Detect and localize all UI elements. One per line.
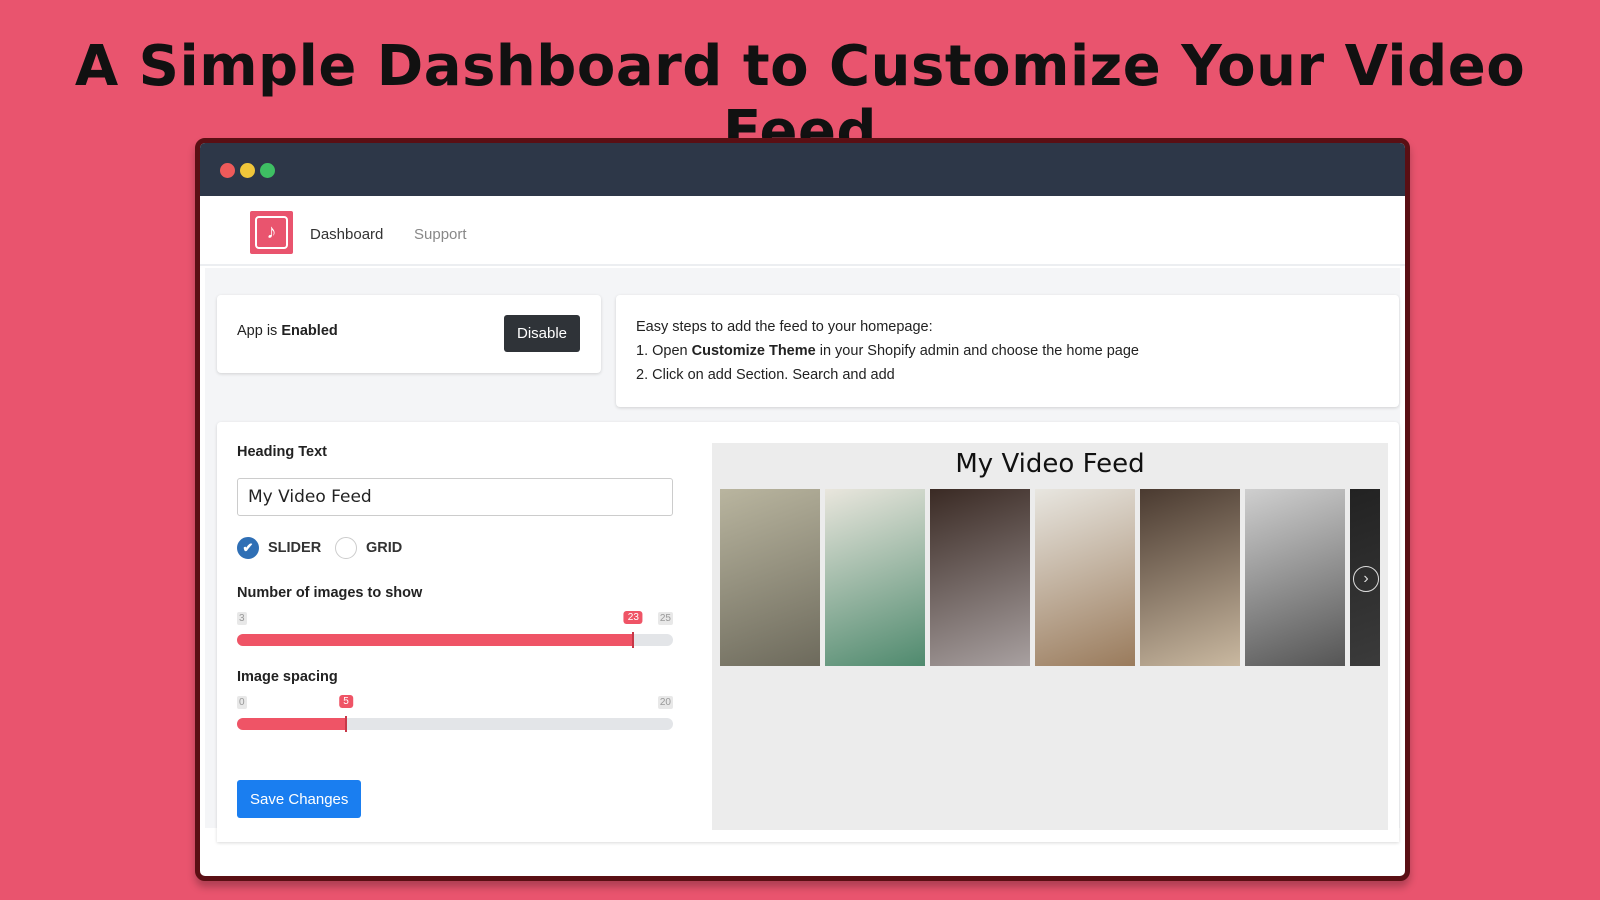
app-status-card: App is Enabled Disable <box>217 295 601 373</box>
layout-option-slider[interactable]: ✔ SLIDER <box>237 537 321 559</box>
slider-fill <box>237 718 346 730</box>
slider-max-label: 20 <box>657 696 673 709</box>
slider-fill <box>237 634 634 646</box>
dashboard-main: App is Enabled Disable Easy steps to add… <box>205 268 1400 842</box>
slider-value-badge: 5 <box>339 695 353 708</box>
browser-window: ♪ Dashboard Support App is Enabled Disab… <box>195 138 1410 881</box>
slider-value-badge: 23 <box>623 611 643 624</box>
app-logo[interactable]: ♪ <box>250 211 293 254</box>
slider-max-label: 25 <box>657 612 673 625</box>
heading-text-input[interactable] <box>237 478 673 516</box>
slider-track[interactable] <box>237 634 673 646</box>
slider-track[interactable] <box>237 718 673 730</box>
maximize-window-button[interactable] <box>260 163 275 178</box>
preview-title: My Video Feed <box>955 449 1145 479</box>
instruction-step-1: 1. Open Customize Theme in your Shopify … <box>636 343 1139 359</box>
top-nav: ♪ Dashboard Support <box>200 196 1405 266</box>
feed-preview: My Video Feed › <box>712 443 1388 830</box>
chevron-right-icon[interactable]: › <box>1353 566 1379 592</box>
layout-option-grid[interactable]: GRID <box>335 537 402 559</box>
slider-min-label: 3 <box>237 612 247 625</box>
window-titlebar <box>200 143 1405 196</box>
checkmark-icon: ✔ <box>237 537 259 559</box>
instruction-step-2: 2. Click on add Section. Search and add <box>636 367 895 383</box>
image-spacing-slider[interactable]: 0 20 5 <box>237 695 673 736</box>
video-thumbnail[interactable] <box>1245 489 1345 666</box>
settings-card: Heading Text ✔SLIDER GRID Number of imag… <box>217 422 1399 842</box>
instructions-intro: Easy steps to add the feed to your homep… <box>636 319 933 335</box>
video-thumbnail[interactable] <box>825 489 925 666</box>
minimize-window-button[interactable] <box>240 163 255 178</box>
nav-support[interactable]: Support <box>414 226 467 243</box>
images-count-label: Number of images to show <box>237 585 423 601</box>
slider-handle[interactable] <box>345 716 347 732</box>
image-spacing-label: Image spacing <box>237 669 338 685</box>
disable-button[interactable]: Disable <box>504 315 581 352</box>
app-status-text: App is Enabled <box>237 323 338 339</box>
tiktok-calendar-icon: ♪ <box>255 216 288 249</box>
video-thumbnail[interactable] <box>1140 489 1240 666</box>
heading-text-label: Heading Text <box>237 444 327 460</box>
app-status-state: Enabled <box>281 323 338 339</box>
slider-min-label: 0 <box>237 696 247 709</box>
radio-empty-icon <box>335 537 357 559</box>
video-thumbnail[interactable] <box>930 489 1030 666</box>
nav-dashboard[interactable]: Dashboard <box>310 226 383 243</box>
video-thumbnail[interactable] <box>1035 489 1135 666</box>
slider-handle[interactable] <box>632 632 635 648</box>
save-changes-button[interactable]: Save Changes <box>237 780 362 818</box>
video-thumbnail[interactable] <box>720 489 820 666</box>
instructions-card: Easy steps to add the feed to your homep… <box>616 295 1399 407</box>
images-count-slider[interactable]: 3 25 23 <box>237 611 673 652</box>
close-window-button[interactable] <box>220 163 235 178</box>
